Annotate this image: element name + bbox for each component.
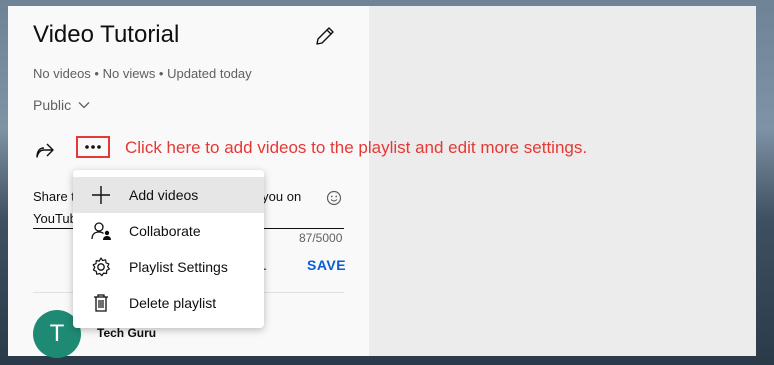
context-menu: Add videos Collaborate Playlist Settings (73, 170, 264, 328)
annotation-text: Click here to add videos to the playlist… (125, 138, 588, 157)
gear-icon (92, 257, 110, 277)
menu-item-add-videos[interactable]: Add videos (73, 177, 264, 213)
trash-icon (94, 294, 108, 312)
menu-item-label: Delete playlist (129, 295, 217, 311)
menu-item-delete-playlist[interactable]: Delete playlist (73, 285, 264, 321)
plus-icon (92, 186, 110, 204)
menu-item-playlist-settings[interactable]: Playlist Settings (73, 249, 264, 285)
save-button[interactable]: SAVE (307, 257, 346, 273)
channel-name[interactable]: Tech Guru (97, 326, 156, 340)
playlist-title: Video Tutorial (33, 21, 180, 48)
description-line1-left: Share t (33, 189, 75, 204)
more-horizontal-icon (85, 145, 101, 149)
menu-item-label: Playlist Settings (129, 259, 228, 275)
share-icon[interactable] (33, 138, 57, 162)
privacy-dropdown[interactable]: Public (33, 97, 91, 113)
chevron-down-icon (78, 102, 90, 109)
menu-item-label: Collaborate (129, 223, 201, 239)
menu-item-collaborate[interactable]: Collaborate (73, 213, 264, 249)
menu-item-label: Add videos (129, 187, 199, 203)
more-options-button[interactable] (76, 136, 110, 158)
character-counter: 87/5000 (299, 231, 343, 245)
playlist-meta: No videos • No views • Updated today (33, 66, 252, 81)
privacy-label: Public (33, 97, 72, 113)
pencil-icon[interactable] (313, 24, 337, 48)
collaborate-icon (91, 222, 111, 240)
avatar-letter: T (49, 320, 65, 347)
emoji-icon[interactable] (326, 190, 342, 206)
